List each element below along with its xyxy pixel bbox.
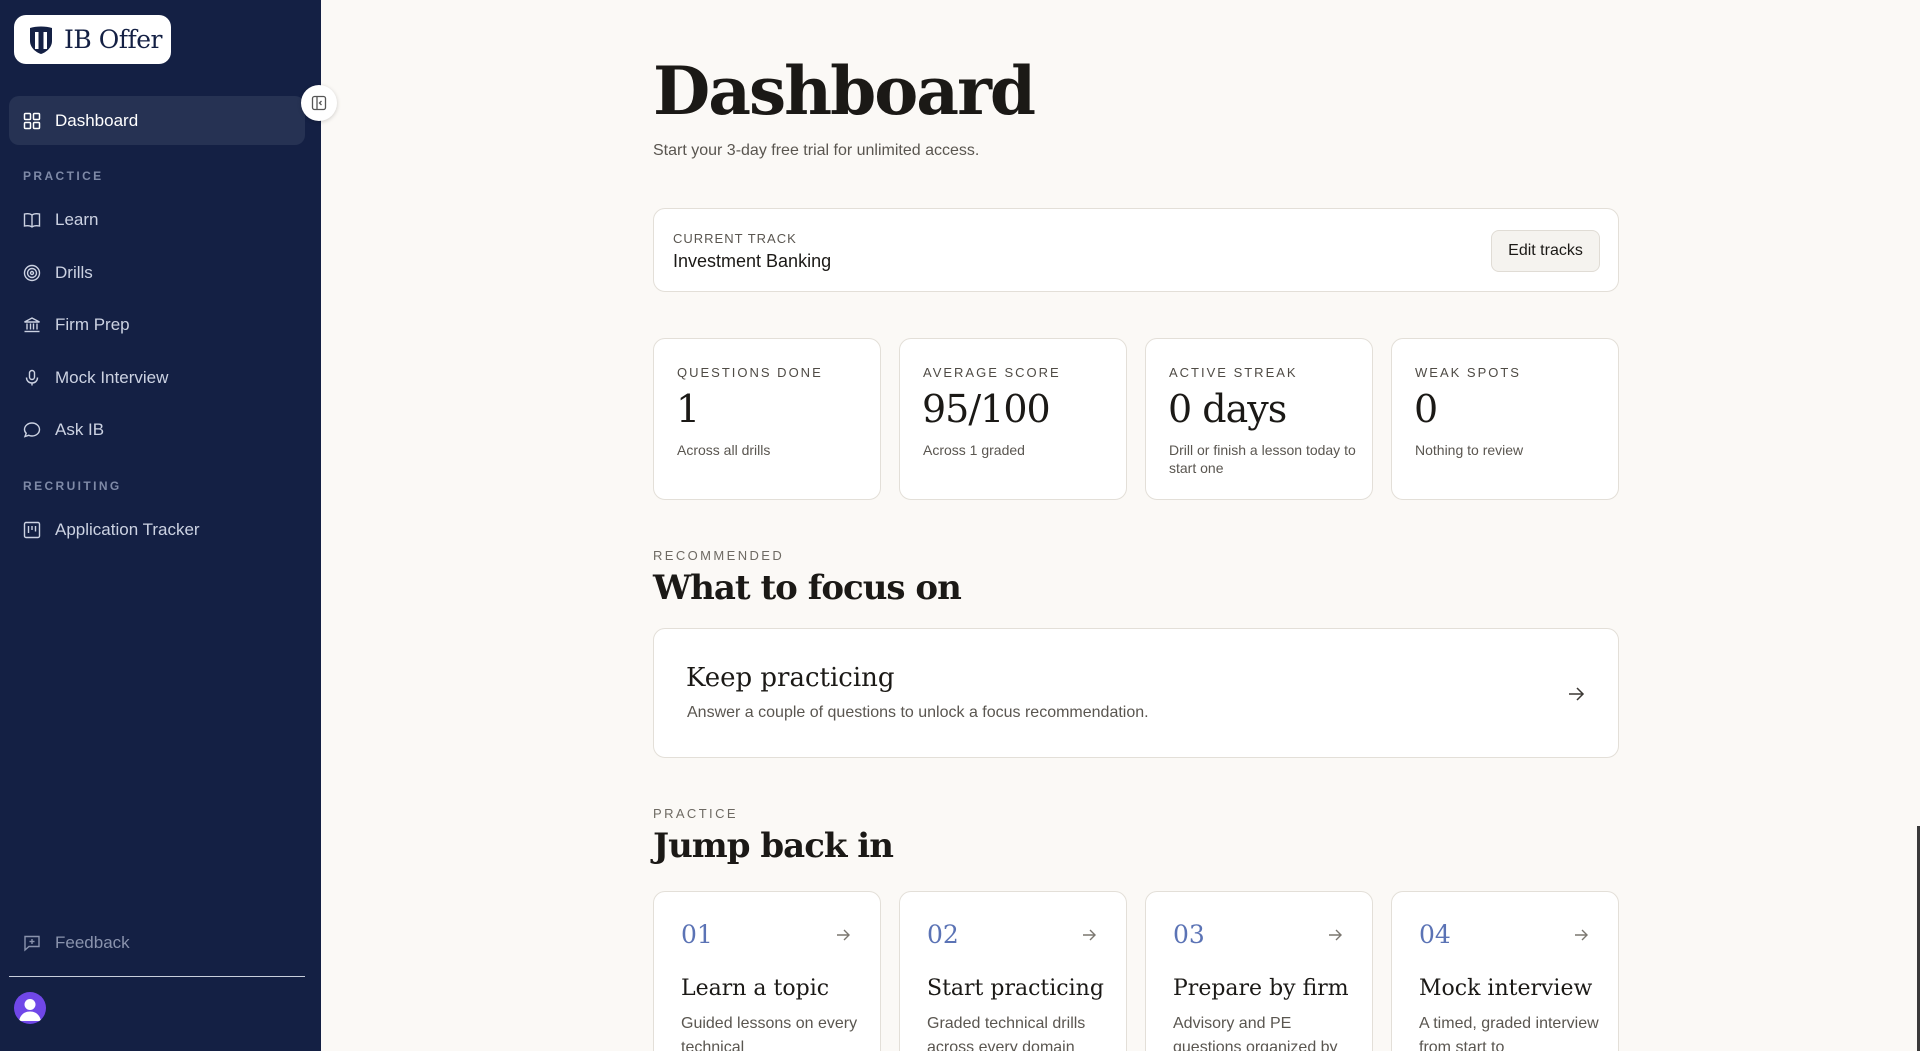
sidebar-item-firm-prep[interactable]: Firm Prep bbox=[9, 300, 305, 349]
sidebar-item-ask-ib[interactable]: Ask IB bbox=[9, 405, 305, 454]
card-number: 02 bbox=[927, 920, 959, 949]
card-description: Advisory and PE questions organized by bbox=[1173, 1015, 1338, 1051]
sidebar-item-dashboard[interactable]: Dashboard bbox=[9, 96, 305, 145]
sidebar-item-label: Application Tracker bbox=[55, 519, 200, 539]
sidebar-item-mock-interview[interactable]: Mock Interview bbox=[9, 353, 305, 402]
sidebar-divider bbox=[9, 976, 305, 977]
stats-row: QUESTIONS DONE 1 Across all drills AVERA… bbox=[653, 338, 1619, 500]
card-number: 03 bbox=[1173, 920, 1205, 949]
card-title: Learn a topic bbox=[681, 976, 830, 1001]
page-subtitle: Start your 3-day free trial for unlimite… bbox=[653, 142, 980, 159]
sidebar-item-label: Firm Prep bbox=[55, 314, 130, 334]
edit-tracks-button[interactable]: Edit tracks bbox=[1491, 230, 1600, 272]
sidebar-item-label: Drills bbox=[55, 262, 93, 282]
sidebar-item-drills[interactable]: Drills bbox=[9, 248, 305, 297]
feedback-button[interactable]: Feedback bbox=[9, 918, 305, 967]
stat-note: Across all drills bbox=[677, 442, 771, 458]
brand-name: IB Offer bbox=[64, 25, 162, 54]
nav-section-recruiting: RECRUITING bbox=[23, 479, 122, 493]
keep-practicing-card[interactable]: Keep practicing Answer a couple of quest… bbox=[653, 628, 1619, 758]
card-title: Mock interview bbox=[1419, 976, 1593, 1001]
sidebar-item-label: Dashboard bbox=[55, 110, 139, 130]
sidebar-item-application-tracker[interactable]: Application Tracker bbox=[9, 505, 305, 554]
sidebar: IB Offer Dashboard PRACTICE Learn Drills bbox=[0, 0, 337, 1051]
feedback-icon bbox=[24, 935, 40, 952]
stat-value: 1 bbox=[676, 387, 700, 431]
avatar[interactable] bbox=[14, 992, 46, 1024]
track-value: Investment Banking bbox=[673, 251, 832, 271]
microphone-icon bbox=[25, 369, 39, 385]
stat-note: Nothing to review bbox=[1415, 442, 1524, 458]
focus-card-subtitle: Answer a couple of questions to unlock a… bbox=[687, 704, 1149, 721]
card-description: Guided lessons on every technical bbox=[681, 1015, 858, 1051]
card-number: 01 bbox=[681, 920, 713, 949]
jump-back-title: Jump back in bbox=[653, 826, 894, 866]
card-mock-interview[interactable]: 04 Mock interview A timed, graded interv… bbox=[1391, 891, 1619, 1051]
focus-card-title: Keep practicing bbox=[686, 663, 895, 693]
collapse-sidebar-button[interactable] bbox=[301, 85, 337, 121]
stat-value: 0 bbox=[1414, 387, 1438, 431]
stat-value: 95/100 bbox=[922, 387, 1051, 431]
sidebar-item-learn[interactable]: Learn bbox=[9, 195, 305, 244]
arrow-right-icon bbox=[1569, 687, 1585, 701]
target-icon bbox=[23, 264, 41, 281]
bank-icon bbox=[24, 316, 40, 332]
stat-label: QUESTIONS DONE bbox=[677, 365, 823, 380]
stat-label: AVERAGE SCORE bbox=[923, 365, 1061, 380]
stat-card-questions-done: QUESTIONS DONE 1 Across all drills bbox=[653, 338, 881, 500]
sidebar-item-label: Ask IB bbox=[55, 419, 105, 439]
sidebar-toggle-icon bbox=[311, 95, 327, 111]
card-learn-topic[interactable]: 01 Learn a topic Guided lessons on every… bbox=[653, 891, 881, 1051]
recommended-eyebrow: RECOMMENDED bbox=[653, 548, 785, 563]
kanban-board-icon bbox=[23, 521, 41, 538]
stat-label: ACTIVE STREAK bbox=[1169, 365, 1298, 380]
card-start-practicing[interactable]: 02 Start practicing Graded technical dri… bbox=[899, 891, 1127, 1051]
arrow-right-icon bbox=[837, 929, 850, 941]
user-avatar-icon bbox=[19, 999, 41, 1021]
arrow-right-icon bbox=[1575, 929, 1588, 941]
focus-section-title: What to focus on bbox=[653, 568, 962, 608]
brand-logo[interactable]: IB Offer bbox=[14, 15, 171, 64]
card-number: 04 bbox=[1419, 920, 1451, 949]
stat-note: Drill or finish a lesson today to start … bbox=[1169, 442, 1356, 476]
card-prepare-by-firm[interactable]: 03 Prepare by firm Advisory and PE quest… bbox=[1145, 891, 1373, 1051]
grid-icon bbox=[23, 112, 41, 129]
nav-section-practice: PRACTICE bbox=[23, 169, 104, 183]
sidebar-item-label: Mock Interview bbox=[55, 367, 169, 387]
book-icon bbox=[23, 212, 41, 228]
page-title: Dashboard bbox=[653, 52, 1036, 130]
card-description: Graded technical drills across every dom… bbox=[927, 1015, 1086, 1051]
stat-label: WEAK SPOTS bbox=[1415, 365, 1521, 380]
practice-eyebrow: PRACTICE bbox=[653, 806, 738, 821]
track-label: CURRENT TRACK bbox=[673, 231, 797, 246]
sidebar-item-label: Learn bbox=[55, 209, 99, 229]
stat-card-weak-spots: WEAK SPOTS 0 Nothing to review bbox=[1391, 338, 1619, 500]
stat-note: Across 1 graded bbox=[923, 442, 1025, 458]
chat-bubble-icon bbox=[23, 421, 41, 438]
stat-card-active-streak: ACTIVE STREAK 0 days Drill or finish a l… bbox=[1145, 338, 1373, 500]
arrow-right-icon bbox=[1083, 929, 1096, 941]
shield-logo-icon bbox=[30, 26, 52, 54]
current-track-card: CURRENT TRACK Investment Banking Edit tr… bbox=[653, 208, 1619, 292]
stat-value: 0 days bbox=[1168, 387, 1287, 431]
arrow-right-icon bbox=[1329, 929, 1342, 941]
stat-card-average-score: AVERAGE SCORE 95/100 Across 1 graded bbox=[899, 338, 1127, 500]
feedback-label: Feedback bbox=[55, 932, 130, 952]
jump-back-cards: 01 Learn a topic Guided lessons on every… bbox=[653, 891, 1619, 1051]
card-description: A timed, graded interview from start to bbox=[1419, 1015, 1599, 1051]
card-title: Start practicing bbox=[927, 976, 1104, 1001]
card-title: Prepare by firm bbox=[1173, 976, 1349, 1001]
